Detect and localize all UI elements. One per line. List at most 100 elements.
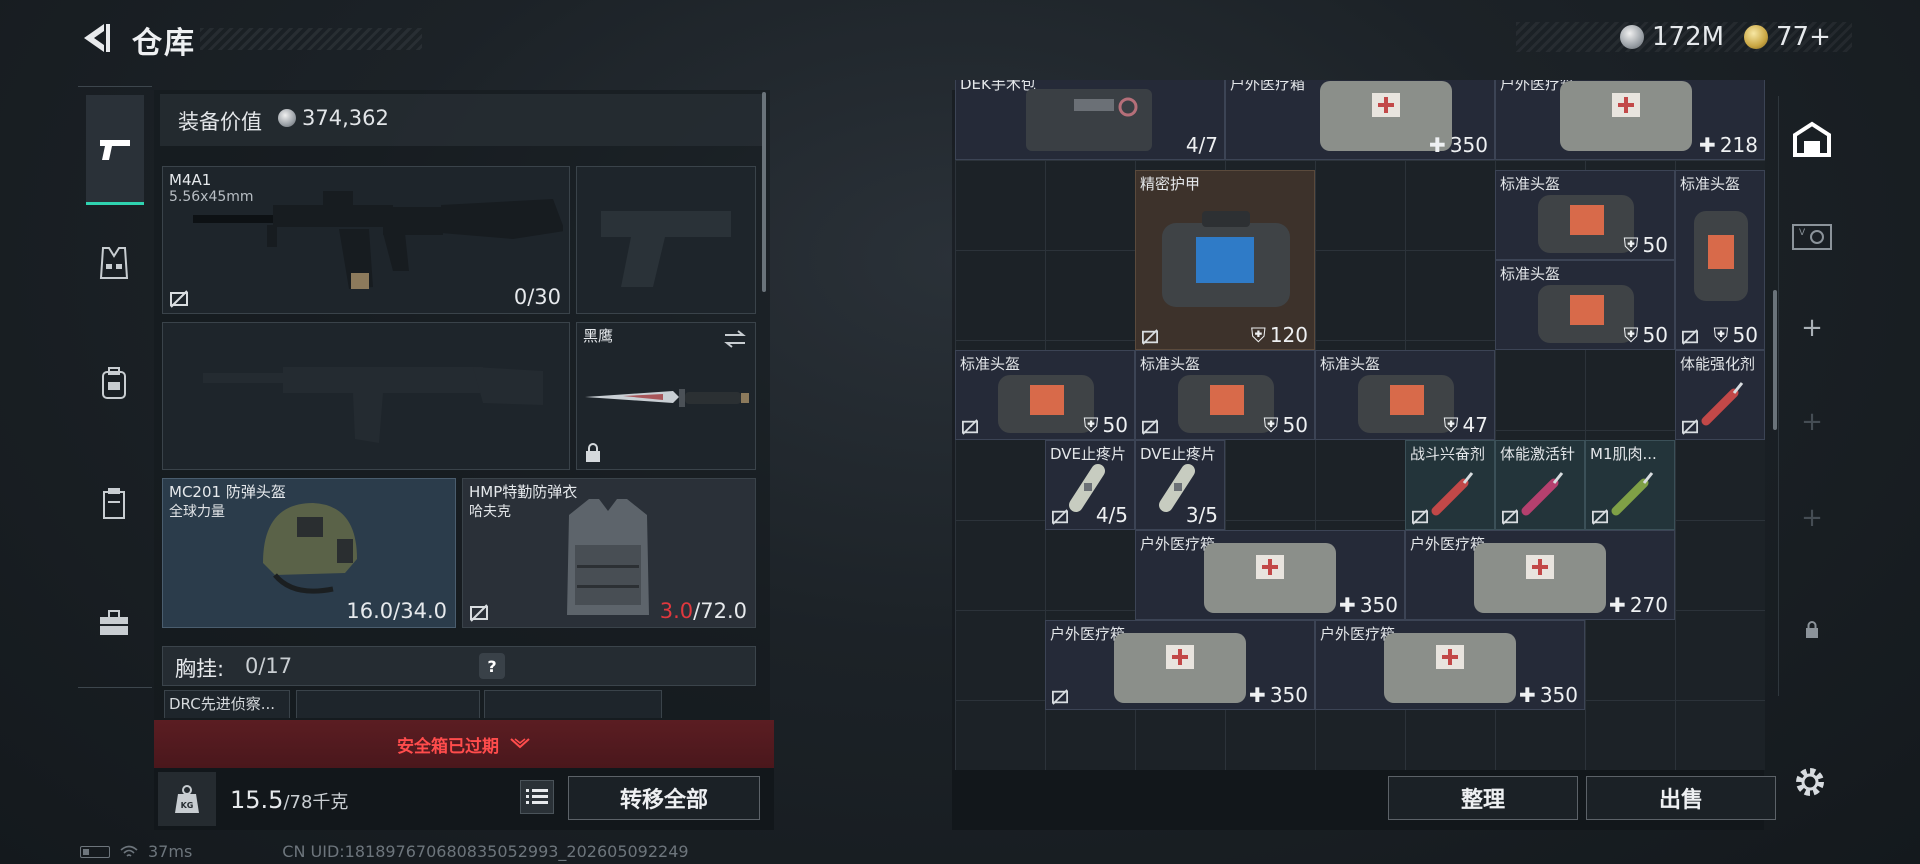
equipment-scrollbar[interactable] — [762, 92, 766, 292]
primary-weapon-slot[interactable]: M4A1 5.56x45mm 0/30 — [162, 166, 570, 314]
gold-currency[interactable]: 77+ — [1744, 22, 1831, 52]
storage-item[interactable]: 战斗兴奋剂 — [1405, 440, 1495, 530]
storage-item[interactable]: 标准头盔 ⛨ 50 — [1675, 170, 1765, 350]
storage-item[interactable]: DVE止疼片 4/5 — [1045, 440, 1135, 530]
battery-icon — [80, 845, 110, 858]
storage-item[interactable]: DEK手术包 4/7 — [955, 80, 1225, 160]
storage-item[interactable]: 户外医疗箱 ✚ 350 — [1045, 620, 1315, 710]
tab-pouch[interactable] — [84, 473, 144, 533]
tab-weapons[interactable] — [86, 95, 144, 205]
medkit-icon — [1114, 633, 1246, 703]
knife-icon — [585, 389, 749, 407]
sort-button[interactable]: 整理 — [1388, 776, 1578, 820]
armor-durability: 3.0/72.0 — [660, 599, 747, 623]
weight-button[interactable]: KG — [158, 772, 216, 826]
storage-item[interactable]: 标准头盔 ⛨ 50 — [1135, 350, 1315, 440]
chest-rig-row[interactable]: 胸挂: 0/17 ? — [162, 646, 756, 686]
not-insured-icon — [470, 604, 488, 622]
chest-rig-item-slot[interactable]: DRC先进侦察... — [164, 690, 290, 718]
storage-item[interactable]: 标准头盔 ⛨ 50 — [1495, 260, 1675, 350]
help-icon[interactable]: ? — [479, 653, 505, 679]
melee-slot[interactable]: 黑鹰 — [576, 322, 756, 470]
storage-item[interactable]: 户外医疗箱 ✚ 218 — [1495, 80, 1765, 160]
storage-item[interactable]: 标准头盔 ⛨ 50 — [1495, 170, 1675, 260]
helmet-bag-icon — [1178, 375, 1274, 433]
storage-item[interactable]: 户外医疗箱 ✚ 350 — [1225, 80, 1495, 160]
storage-item[interactable]: 户外医疗箱 ✚ 350 — [1135, 530, 1405, 620]
storage-item[interactable]: 标准头盔 ⛨ 47 — [1315, 350, 1495, 440]
chest-rig-item-slot[interactable] — [484, 690, 662, 718]
storage-item[interactable]: 体能强化剂 — [1675, 350, 1765, 440]
not-insured-icon — [1412, 509, 1428, 525]
medkit-icon — [1560, 81, 1692, 151]
transfer-all-button[interactable]: 转移全部 — [568, 776, 760, 820]
item-value: ✚ 350 — [1429, 133, 1488, 157]
silver-currency[interactable]: 172M — [1620, 22, 1724, 52]
item-value: ⛨ 50 — [1624, 323, 1668, 347]
user-uid: CN UID:1818976706808350529​93_2026050922… — [282, 842, 689, 861]
safe-icon: V — [1792, 224, 1832, 250]
item-value: 3/5 — [1185, 503, 1218, 527]
storage-item[interactable]: DVE止疼片 3/5 — [1135, 440, 1225, 530]
tab-warehouse[interactable] — [1779, 114, 1845, 164]
storage-scrollbar[interactable] — [1773, 290, 1777, 430]
storage-item[interactable]: M1肌肉... — [1585, 440, 1675, 530]
storage-item[interactable]: 标准头盔 ⛨ 50 — [955, 350, 1135, 440]
secure-container-expired-banner[interactable]: 安全箱已过期 — [154, 720, 774, 768]
storage-item[interactable]: 体能激活针 — [1495, 440, 1585, 530]
chest-rig-item-slot[interactable] — [296, 690, 480, 718]
warehouse-icon — [1793, 121, 1831, 157]
item-value-number: 350 — [1539, 683, 1578, 707]
item-value-number: 50 — [1282, 413, 1308, 437]
storage-item[interactable]: 户外医疗箱 ✚ 270 — [1405, 530, 1675, 620]
tab-case[interactable] — [84, 593, 144, 653]
add-storage-page-button[interactable]: + — [1779, 498, 1845, 538]
item-name: 体能激活针 — [1500, 445, 1576, 463]
back-arrow-icon[interactable] — [78, 20, 114, 56]
settings-gear-icon[interactable] — [1792, 764, 1828, 800]
item-value: ✚ 350 — [1339, 593, 1398, 617]
item-value-number: 350 — [1359, 593, 1398, 617]
item-value: 4/5 — [1095, 503, 1128, 527]
rifle-silhouette-icon — [203, 367, 543, 443]
not-insured-icon — [1142, 329, 1158, 345]
armor-slot[interactable]: HMP特勤防弹衣 哈夫克 3.0/72.0 — [462, 478, 756, 628]
item-value: ⛨ 47 — [1444, 413, 1488, 437]
storage-item[interactable]: 户外医疗箱 ✚ 350 — [1315, 620, 1585, 710]
medkit-icon — [1474, 543, 1606, 613]
swap-icon[interactable] — [723, 329, 747, 349]
not-insured-icon — [170, 290, 188, 308]
helmet-bag-icon — [1538, 195, 1634, 253]
surgical-kit-icon — [1026, 89, 1152, 151]
item-value-number: 350 — [1449, 133, 1488, 157]
page-title: 仓库 — [132, 26, 196, 61]
shield-icon: ⛨ — [1623, 323, 1639, 347]
silver-amount: 172M — [1652, 22, 1725, 52]
storage-item[interactable]: 精密护甲 ⛨ 120 — [1135, 170, 1315, 350]
tab-chest-rig[interactable] — [84, 233, 144, 293]
list-view-button[interactable] — [520, 780, 554, 814]
sidearm-slot[interactable] — [576, 166, 756, 314]
item-name: 战斗兴奋剂 — [1410, 445, 1486, 463]
item-name: 标准头盔 — [1680, 175, 1741, 193]
silver-coin-icon — [278, 109, 296, 127]
item-value-number: 47 — [1462, 413, 1488, 437]
sell-button[interactable]: 出售 — [1586, 776, 1776, 820]
equipment-category-tabs — [78, 86, 152, 688]
injector-icon — [1431, 472, 1474, 516]
secondary-weapon-slot[interactable] — [162, 322, 570, 470]
backpack-icon — [102, 367, 126, 399]
helmet-slot[interactable]: MC201 防弹头盔 全球力量 16.0/34.0 — [162, 478, 456, 628]
add-storage-page-button[interactable]: + — [1779, 402, 1845, 442]
locked-storage-page[interactable] — [1779, 610, 1845, 650]
shield-icon: ⛨ — [1263, 413, 1279, 437]
item-value: ✚ 350 — [1519, 683, 1578, 707]
medical-plus-icon: ✚ — [1519, 683, 1536, 707]
tab-backpack[interactable] — [84, 353, 144, 413]
add-storage-page-button[interactable]: + — [1779, 308, 1845, 348]
tab-vault[interactable]: V — [1779, 212, 1845, 262]
medkit-icon — [1384, 633, 1516, 703]
melee-name: 黑鹰 — [583, 327, 614, 345]
not-insured-icon — [1052, 689, 1068, 705]
top-bar: 仓库 172M 77+ — [0, 0, 1920, 76]
